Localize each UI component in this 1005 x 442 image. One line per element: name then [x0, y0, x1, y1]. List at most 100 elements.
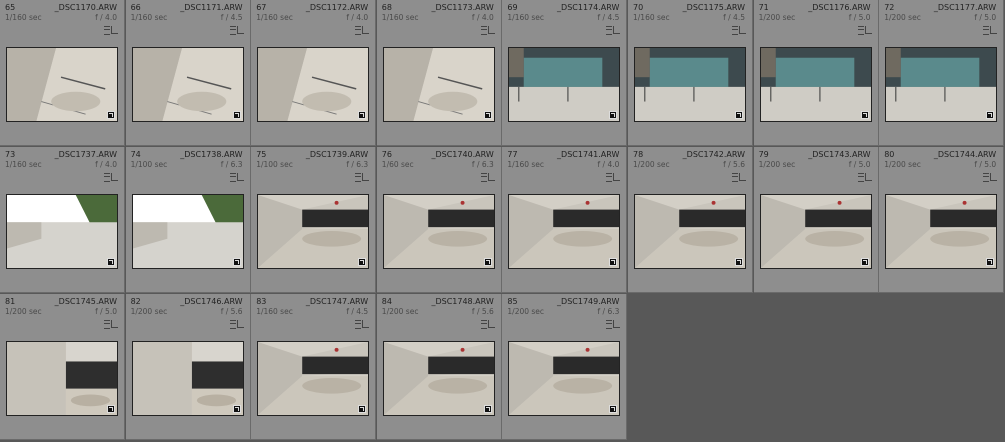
crop-icon	[739, 173, 746, 181]
edit-badge-icon[interactable]	[986, 111, 995, 119]
edit-badge-icon[interactable]	[483, 111, 492, 119]
photo-thumbnail[interactable]	[508, 194, 621, 269]
edit-badge-icon[interactable]	[735, 258, 743, 266]
photo-thumbnail[interactable]	[131, 341, 244, 416]
photo-cell[interactable]: 78 _DSC1742.ARW 1/200 sec f / 5.6	[628, 147, 753, 293]
photo-thumbnail[interactable]	[885, 47, 998, 122]
photo-thumbnail[interactable]	[634, 194, 746, 269]
edit-badge-icon[interactable]	[232, 111, 241, 119]
photo-cell[interactable]: 83 _DSC1747.ARW 1/160 sec f / 4.5	[251, 294, 377, 440]
photo-filename: _DSC1177.ARW	[933, 3, 997, 12]
photo-cell[interactable]: 80 _DSC1744.ARW 1/200 sec f / 5.0	[879, 147, 1005, 293]
photo-thumbnail[interactable]	[508, 341, 621, 416]
edit-badge-icon[interactable]	[986, 258, 995, 266]
metadata-icon[interactable]	[857, 26, 872, 35]
crop-icon	[111, 173, 118, 181]
list-icon	[480, 26, 487, 35]
edit-badge-icon[interactable]	[358, 258, 367, 266]
photo-header: 83 _DSC1747.ARW 1/160 sec f / 4.5	[251, 294, 375, 318]
photo-thumbnail[interactable]	[634, 47, 746, 122]
metadata-icon[interactable]	[732, 173, 746, 182]
photo-cell[interactable]: 65 _DSC1170.ARW 1/160 sec f / 4.0	[0, 0, 125, 146]
photo-index: 72	[884, 3, 895, 12]
photo-thumbnail[interactable]	[131, 47, 244, 122]
edit-badge-icon[interactable]	[232, 405, 241, 413]
photo-shutter: 1/200 sec	[633, 160, 670, 169]
metadata-icon[interactable]	[983, 26, 998, 35]
metadata-icon[interactable]	[480, 26, 495, 35]
photo-cell[interactable]: 77 _DSC1741.ARW 1/160 sec f / 4.0	[502, 147, 628, 293]
photo-thumbnail[interactable]	[257, 341, 370, 416]
photo-thumbnail[interactable]	[6, 47, 118, 122]
photo-thumbnail[interactable]	[759, 47, 872, 122]
edit-badge-icon[interactable]	[483, 405, 492, 413]
edit-badge-icon[interactable]	[860, 258, 869, 266]
photo-shutter: 1/200 sec	[5, 307, 42, 316]
metadata-icon[interactable]	[229, 26, 244, 35]
photo-cell[interactable]: 70 _DSC1175.ARW 1/160 sec f / 4.5	[628, 0, 753, 146]
edit-badge-icon[interactable]	[107, 405, 115, 413]
photo-thumbnail[interactable]	[382, 341, 495, 416]
photo-thumbnail[interactable]	[759, 194, 872, 269]
photo-cell[interactable]: 67 _DSC1172.ARW 1/160 sec f / 4.0	[251, 0, 377, 146]
metadata-icon[interactable]	[606, 173, 621, 182]
photo-thumbnail[interactable]	[6, 341, 118, 416]
photo-cell[interactable]: 82 _DSC1746.ARW 1/200 sec f / 5.6	[125, 294, 251, 440]
metadata-icon[interactable]	[355, 26, 370, 35]
metadata-icon[interactable]	[606, 320, 621, 329]
photo-cell[interactable]: 72 _DSC1177.ARW 1/200 sec f / 5.0	[879, 0, 1005, 146]
photo-filename: _DSC1738.ARW	[180, 150, 243, 159]
metadata-icon[interactable]	[355, 173, 370, 182]
photo-cell[interactable]: 74 _DSC1738.ARW 1/100 sec f / 6.3	[125, 147, 251, 293]
photo-thumbnail[interactable]	[382, 194, 495, 269]
photo-filename: _DSC1742.ARW	[682, 150, 745, 159]
edit-badge-icon[interactable]	[609, 258, 618, 266]
photo-cell[interactable]: 85 _DSC1749.ARW 1/200 sec f / 6.3	[502, 294, 628, 440]
edit-badge-icon[interactable]	[735, 111, 743, 119]
photo-thumbnail[interactable]	[382, 47, 495, 122]
photo-thumbnail[interactable]	[508, 47, 621, 122]
photo-thumbnail[interactable]	[131, 194, 244, 269]
edit-badge-icon[interactable]	[358, 111, 367, 119]
metadata-icon[interactable]	[355, 320, 370, 329]
metadata-icon[interactable]	[104, 26, 118, 35]
photo-header: 84 _DSC1748.ARW 1/200 sec f / 5.6	[377, 294, 501, 318]
photo-thumbnail[interactable]	[6, 194, 118, 269]
crop-icon	[613, 26, 621, 34]
photo-aperture: f / 5.0	[848, 13, 871, 22]
photo-filename: _DSC1176.ARW	[808, 3, 871, 12]
metadata-icon[interactable]	[983, 173, 998, 182]
photo-cell[interactable]: 71 _DSC1176.ARW 1/200 sec f / 5.0	[753, 0, 879, 146]
photo-cell[interactable]: 81 _DSC1745.ARW 1/200 sec f / 5.0	[0, 294, 125, 440]
list-icon	[983, 26, 990, 35]
photo-cell[interactable]: 76 _DSC1740.ARW 1/60 sec f / 6.3	[376, 147, 502, 293]
photo-cell[interactable]: 68 _DSC1173.ARW 1/160 sec f / 4.0	[376, 0, 502, 146]
edit-badge-icon[interactable]	[358, 405, 367, 413]
metadata-icon[interactable]	[229, 173, 244, 182]
metadata-icon[interactable]	[229, 320, 244, 329]
metadata-icon[interactable]	[480, 320, 495, 329]
metadata-icon[interactable]	[732, 26, 746, 35]
photo-cell[interactable]: 75 _DSC1739.ARW 1/100 sec f / 6.3	[251, 147, 377, 293]
edit-badge-icon[interactable]	[483, 258, 492, 266]
metadata-icon[interactable]	[104, 173, 118, 182]
edit-badge-icon[interactable]	[107, 258, 115, 266]
metadata-icon[interactable]	[857, 173, 872, 182]
photo-cell[interactable]: 79 _DSC1743.ARW 1/200 sec f / 5.0	[753, 147, 879, 293]
edit-badge-icon[interactable]	[232, 258, 241, 266]
photo-cell[interactable]: 66 _DSC1171.ARW 1/160 sec f / 4.5	[125, 0, 251, 146]
photo-cell[interactable]: 84 _DSC1748.ARW 1/200 sec f / 5.6	[376, 294, 502, 440]
photo-thumbnail[interactable]	[257, 194, 370, 269]
photo-cell[interactable]: 69 _DSC1174.ARW 1/160 sec f / 4.5	[502, 0, 628, 146]
photo-aperture: f / 6.3	[346, 160, 369, 169]
edit-badge-icon[interactable]	[107, 111, 115, 119]
metadata-icon[interactable]	[606, 26, 621, 35]
edit-badge-icon[interactable]	[609, 405, 618, 413]
edit-badge-icon[interactable]	[860, 111, 869, 119]
photo-thumbnail[interactable]	[257, 47, 370, 122]
metadata-icon[interactable]	[104, 320, 118, 329]
photo-cell[interactable]: 73 _DSC1737.ARW 1/160 sec f / 4.0	[0, 147, 125, 293]
photo-thumbnail[interactable]	[885, 194, 998, 269]
metadata-icon[interactable]	[480, 173, 495, 182]
edit-badge-icon[interactable]	[609, 111, 618, 119]
